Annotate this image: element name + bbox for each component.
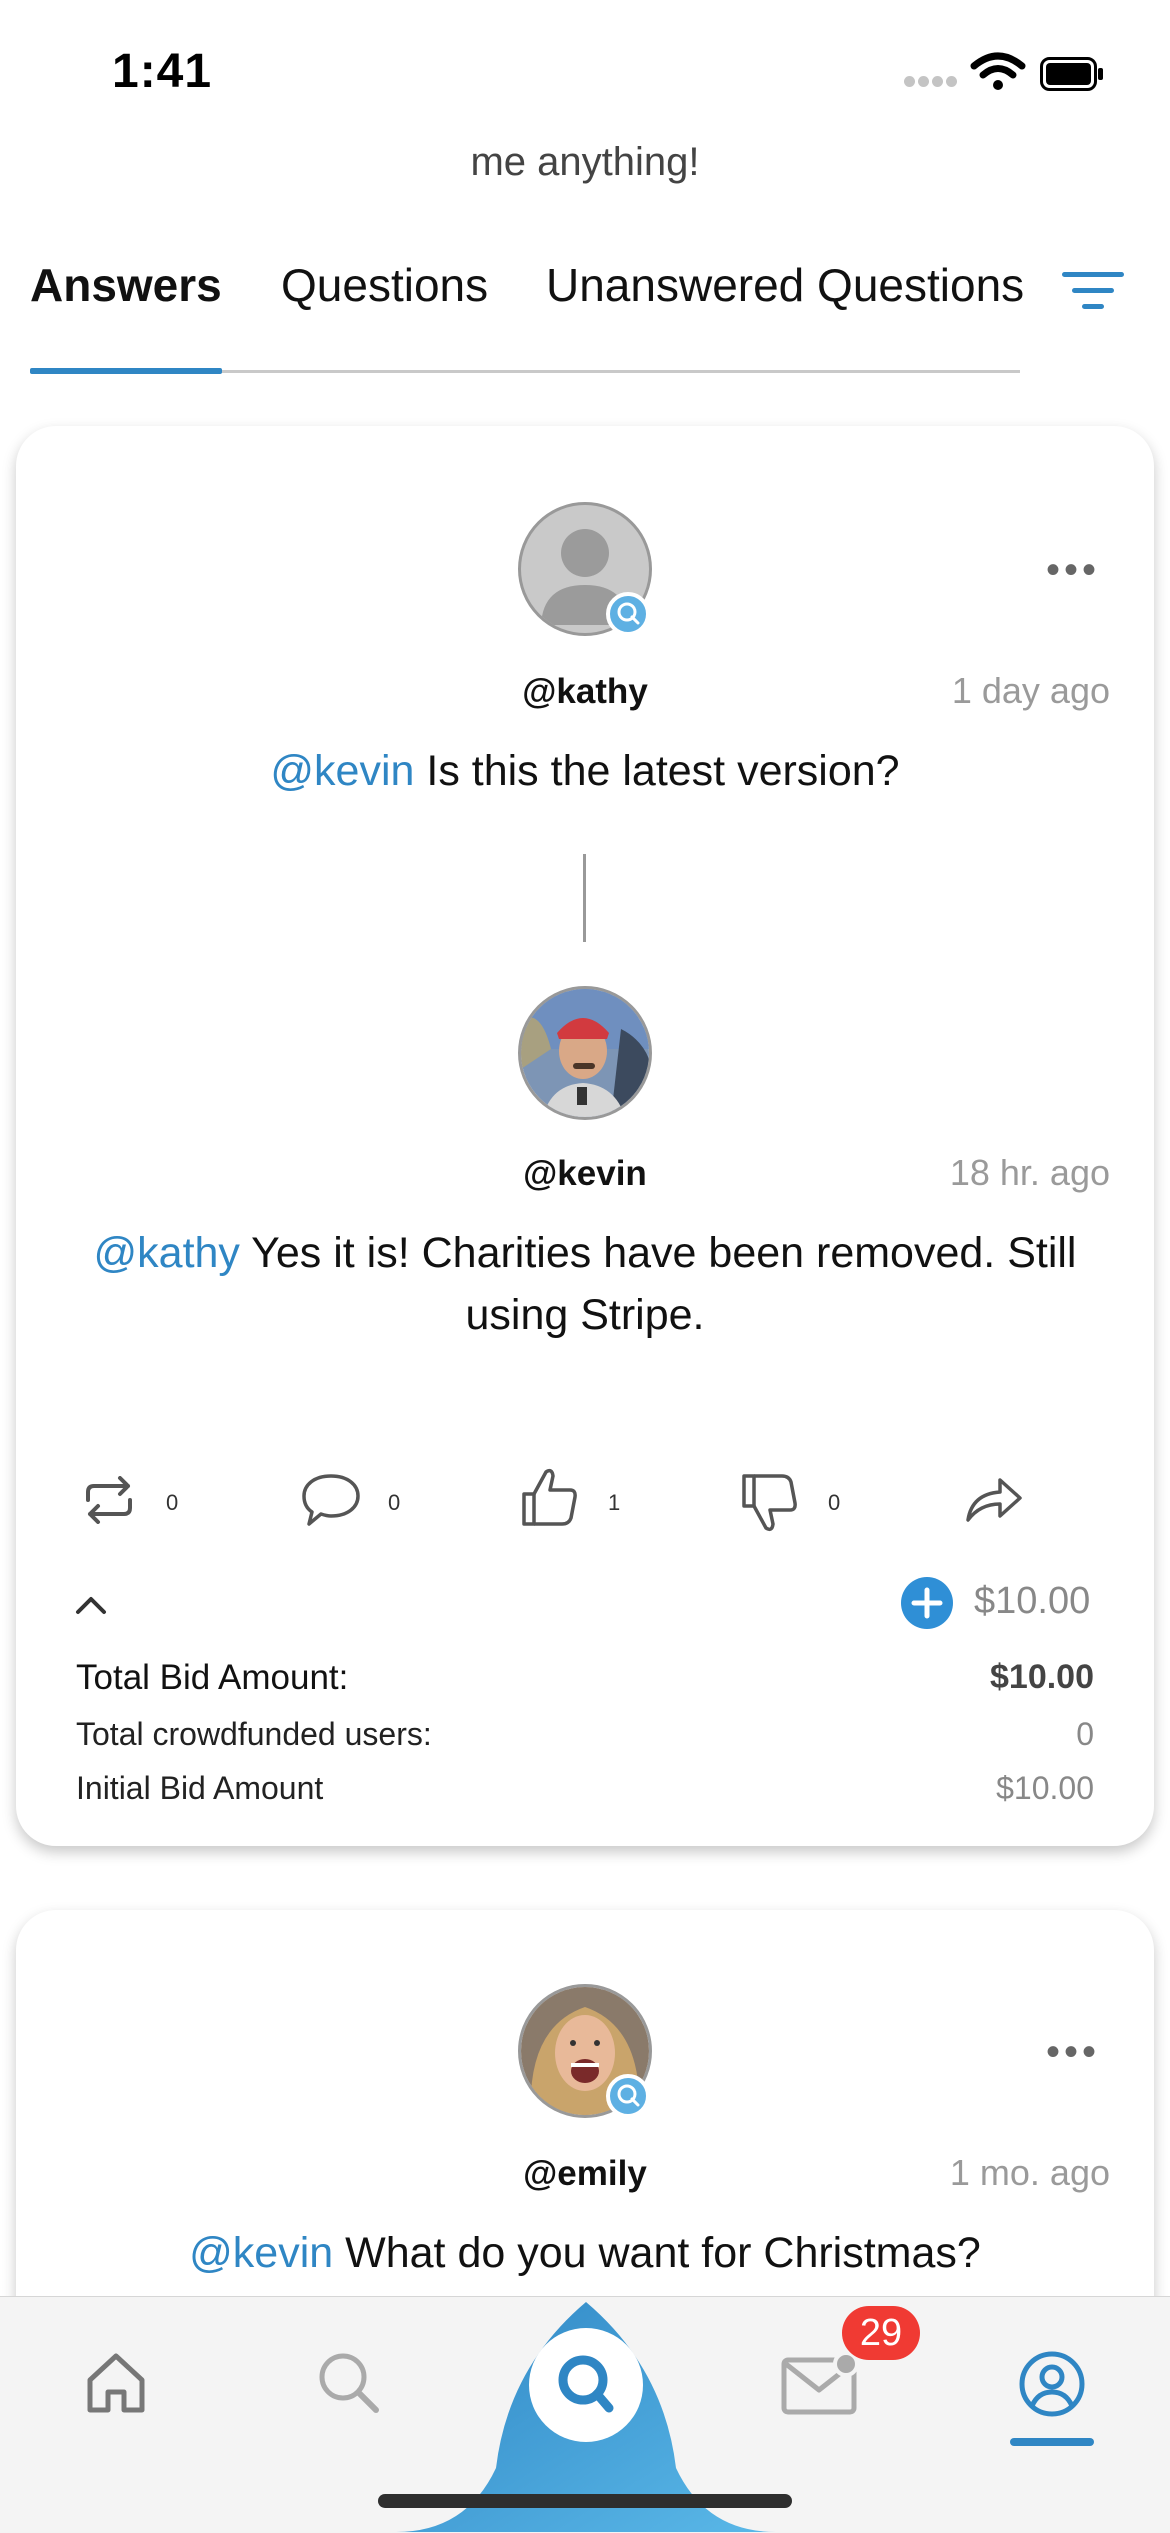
initial-bid-label: Initial Bid Amount xyxy=(76,1770,324,1806)
home-indicator xyxy=(378,2494,792,2508)
ask-icon[interactable] xyxy=(527,2326,645,2444)
mention-link[interactable]: @kevin xyxy=(270,747,414,795)
answer-timestamp: 18 hr. ago xyxy=(949,1152,1110,1193)
crowdfunded-users-label: Total crowdfunded users: xyxy=(76,1716,432,1752)
more-options-icon[interactable]: ••• xyxy=(1046,2030,1100,2075)
bid-amount-display: $10.00 xyxy=(974,1580,1091,1622)
answer-text: @kathy Yes it is! Charities have been re… xyxy=(93,1229,1077,1339)
question-text: @kevin Is this the latest version? xyxy=(270,747,900,795)
chevron-up-icon[interactable] xyxy=(74,1594,108,1616)
total-bid-value: $10.00 xyxy=(990,1658,1094,1696)
question-timestamp: 1 day ago xyxy=(951,670,1110,711)
tab-answers[interactable]: Answers xyxy=(30,258,222,312)
comment-icon[interactable] xyxy=(300,1472,362,1528)
repost-count: 0 xyxy=(166,1490,179,1515)
answer-author-handle[interactable]: @kevin xyxy=(385,1154,785,1194)
mention-link[interactable]: @kathy xyxy=(94,1229,240,1277)
share-icon[interactable] xyxy=(964,1476,1024,1524)
repost-icon[interactable] xyxy=(80,1476,138,1524)
like-count: 1 xyxy=(608,1490,621,1515)
question-text: @kevin What do you want for Christmas? xyxy=(189,2229,981,2277)
thread-connector-line xyxy=(583,854,586,942)
content-tabs: Answers Questions Unanswered Questions xyxy=(30,258,1024,374)
status-time: 1:41 xyxy=(112,45,213,98)
home-icon[interactable] xyxy=(84,2350,148,2416)
kevin-photo xyxy=(521,989,649,1117)
avatar-kevin[interactable] xyxy=(518,986,652,1120)
profile-icon[interactable] xyxy=(1018,2350,1086,2418)
search-icon[interactable] xyxy=(316,2350,382,2416)
mail-unread-badge: 29 xyxy=(842,2306,920,2360)
initial-bid-value: $10.00 xyxy=(996,1770,1094,1806)
qa-card: ••• @kathy 1 day ago @kevin Is this the … xyxy=(16,426,1154,1846)
cellular-signal-icon xyxy=(904,74,960,92)
crowdfunded-users-value: 0 xyxy=(1076,1716,1094,1752)
filter-icon[interactable] xyxy=(1062,270,1124,314)
mention-link[interactable]: @kevin xyxy=(189,2229,333,2277)
more-options-icon[interactable]: ••• xyxy=(1046,548,1100,593)
active-tab-indicator xyxy=(30,368,222,374)
total-bid-label: Total Bid Amount: xyxy=(76,1658,349,1697)
tab-unanswered-questions[interactable]: Unanswered Questions xyxy=(546,258,1024,312)
question-timestamp: 1 mo. ago xyxy=(949,2152,1110,2193)
verified-badge-icon xyxy=(606,592,650,636)
active-nav-indicator xyxy=(1010,2438,1094,2446)
verified-badge-icon xyxy=(606,2074,650,2118)
question-author-handle[interactable]: @emily xyxy=(385,2154,785,2194)
question-author-handle[interactable]: @kathy xyxy=(385,672,785,712)
tab-questions[interactable]: Questions xyxy=(281,258,488,312)
profile-bio-text: me anything! xyxy=(470,140,700,184)
mail-icon[interactable] xyxy=(780,2354,860,2416)
like-icon[interactable] xyxy=(520,1466,580,1528)
add-bid-icon[interactable] xyxy=(900,1576,954,1630)
comment-count: 0 xyxy=(388,1490,401,1515)
battery-icon xyxy=(1040,57,1103,91)
dislike-icon[interactable] xyxy=(740,1472,800,1534)
wifi-icon xyxy=(970,52,1026,90)
dislike-count: 0 xyxy=(828,1490,841,1515)
